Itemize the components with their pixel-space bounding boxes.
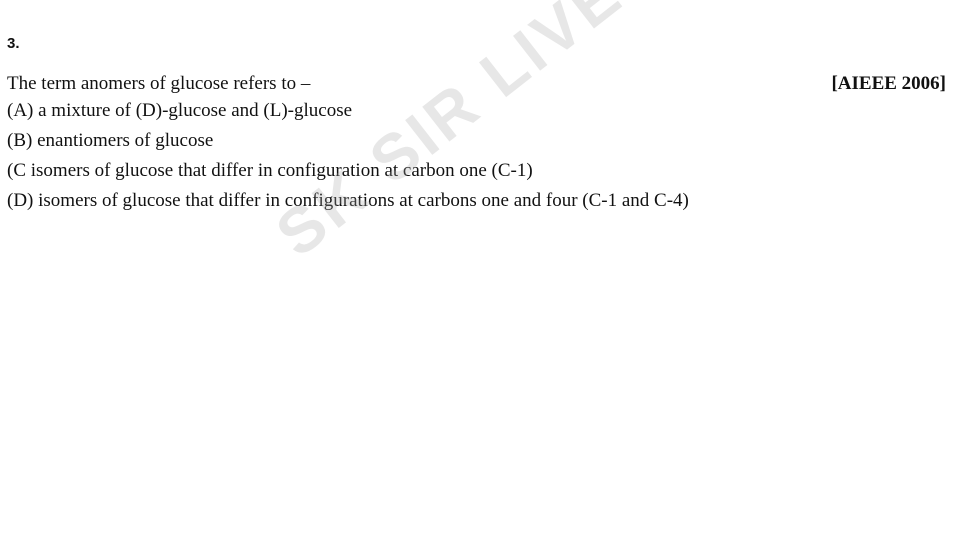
question-header: The term anomers of glucose refers to – … bbox=[7, 69, 946, 99]
option-d: (D) isomers of glucose that differ in co… bbox=[7, 190, 689, 211]
option-a: (A) a mixture of (D)-glucose and (L)-glu… bbox=[7, 100, 353, 121]
exam-source-tag: [AIEEE 2006] bbox=[831, 73, 946, 94]
question-stem: The term anomers of glucose refers to – bbox=[7, 73, 311, 94]
option-c: (C isomers of glucose that differ in con… bbox=[7, 160, 533, 181]
question-number: 3. bbox=[7, 35, 20, 52]
options-list: (A) a mixture of (D)-glucose and (L)-glu… bbox=[7, 96, 689, 216]
option-b: (B) enantiomers of glucose bbox=[7, 130, 214, 151]
